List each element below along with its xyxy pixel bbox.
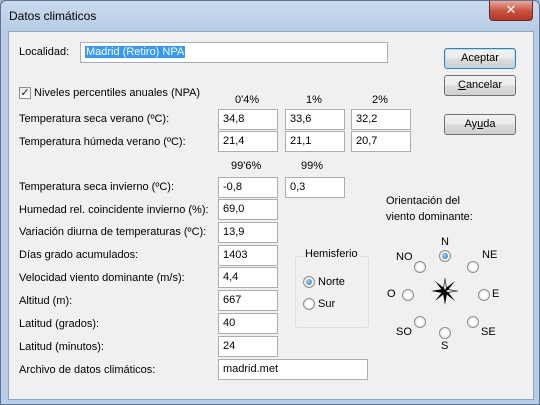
archivo-input[interactable]: madrid.met: [218, 359, 368, 380]
humedad-input[interactable]: 69,0: [218, 199, 278, 220]
temp-humeda-verano-2-input[interactable]: 20,7: [351, 131, 411, 152]
dir-label-o: O: [387, 288, 396, 300]
orientacion-title-1: Orientación del: [386, 195, 460, 207]
cancelar-mnemonic: C: [457, 79, 466, 91]
title-bar[interactable]: Datos climáticos ✕: [1, 1, 539, 31]
dir-radio-no[interactable]: [414, 261, 426, 273]
velocidad-input[interactable]: 4,4: [218, 267, 278, 288]
altitud-label: Altitud (m):: [19, 295, 73, 307]
archivo-label: Archivo de datos climáticos:: [19, 364, 156, 376]
temp-seca-invierno-99-input[interactable]: 0,3: [285, 177, 345, 198]
localidad-label: Localidad:: [19, 46, 70, 58]
ayuda-label-a: Ay: [464, 118, 478, 130]
dir-radio-ne[interactable]: [467, 261, 479, 273]
compass-rose-icon: [431, 277, 459, 305]
dir-label-ne: NE: [482, 249, 498, 261]
temp-seca-verano-2-input[interactable]: 32,2: [351, 109, 411, 130]
dir-radio-so[interactable]: [414, 316, 426, 328]
dir-label-so: SO: [396, 326, 412, 338]
temp-seca-invierno-99-6-input[interactable]: -0,8: [218, 177, 278, 198]
hemisferio-sur-label: Sur: [318, 298, 336, 310]
niveles-label: Niveles percentiles anuales (NPA): [34, 87, 201, 99]
header-2pct: 2%: [372, 94, 388, 106]
latitud-grados-input[interactable]: 40: [218, 313, 278, 334]
hemisferio-group: [295, 256, 369, 328]
temp-seca-verano-0-4-input[interactable]: 34,8: [218, 109, 278, 130]
hemisferio-norte-radio[interactable]: [303, 276, 315, 288]
close-button[interactable]: ✕: [489, 1, 533, 21]
dias-grado-input[interactable]: 1403: [218, 245, 278, 266]
temp-seca-invierno-label: Temperatura seca invierno (ºC):: [19, 181, 175, 193]
dir-radio-o[interactable]: [402, 289, 414, 301]
hemisferio-sur-radio[interactable]: [303, 298, 315, 310]
aceptar-button[interactable]: Aceptar: [444, 48, 516, 69]
ayuda-label-b: da: [483, 118, 496, 130]
dir-radio-s[interactable]: [439, 327, 451, 339]
latitud-grados-label: Latitud (grados):: [19, 318, 100, 330]
ayuda-button[interactable]: Ayuda: [444, 114, 516, 135]
dialog-window: Datos climáticos ✕ Localidad: Madrid (Re…: [0, 0, 540, 405]
header-1pct: 1%: [306, 94, 322, 106]
latitud-minutos-input[interactable]: 24: [218, 336, 278, 357]
variacion-input[interactable]: 13,9: [218, 222, 278, 243]
velocidad-label: Velocidad viento dominante (m/s):: [19, 272, 185, 284]
localidad-value: Madrid (Retiro) NPA: [85, 46, 186, 58]
temp-humeda-verano-label: Temperatura húmeda verano (ºC):: [19, 136, 186, 148]
temp-seca-verano-1-input[interactable]: 33,6: [285, 109, 345, 130]
check-icon: ✓: [20, 87, 30, 99]
cancelar-button[interactable]: Cancelar: [444, 75, 516, 96]
header-99-6pct: 99'6%: [231, 160, 262, 172]
temp-humeda-verano-1-input[interactable]: 21,1: [285, 131, 345, 152]
dir-label-s: S: [441, 340, 449, 352]
hemisferio-norte-label: Norte: [318, 276, 345, 288]
localidad-input[interactable]: Madrid (Retiro) NPA: [80, 42, 388, 63]
latitud-minutos-label: Latitud (minutos):: [19, 341, 104, 353]
dir-label-se: SE: [481, 326, 496, 338]
variacion-label: Variación diurna de temperaturas (ºC):: [19, 226, 207, 238]
window-title: Datos climáticos: [9, 9, 97, 23]
header-99pct: 99%: [301, 160, 324, 172]
header-0-4pct: 0'4%: [235, 94, 260, 106]
orientacion-title-2: viento dominante:: [386, 211, 473, 223]
temp-humeda-verano-0-4-input[interactable]: 21,4: [218, 131, 278, 152]
dir-radio-e[interactable]: [478, 289, 490, 301]
dias-grado-label: Días grado acumulados:: [19, 249, 139, 261]
dir-label-no: NO: [396, 251, 413, 263]
hemisferio-title: Hemisferio: [303, 248, 360, 260]
dir-radio-n[interactable]: [439, 250, 451, 262]
cancelar-label: ancelar: [465, 79, 503, 91]
altitud-input[interactable]: 667: [218, 290, 278, 311]
dir-label-n: N: [441, 236, 449, 248]
dir-label-e: E: [492, 288, 500, 300]
dir-radio-se[interactable]: [467, 316, 479, 328]
close-icon: ✕: [505, 2, 517, 17]
humedad-label: Humedad rel. coincidente invierno (%):: [19, 204, 209, 216]
dialog-body: Localidad: Madrid (Retiro) NPA Aceptar C…: [8, 31, 534, 400]
temp-seca-verano-label: Temperatura seca verano (ºC):: [19, 113, 170, 125]
niveles-checkbox[interactable]: ✓: [19, 87, 31, 99]
